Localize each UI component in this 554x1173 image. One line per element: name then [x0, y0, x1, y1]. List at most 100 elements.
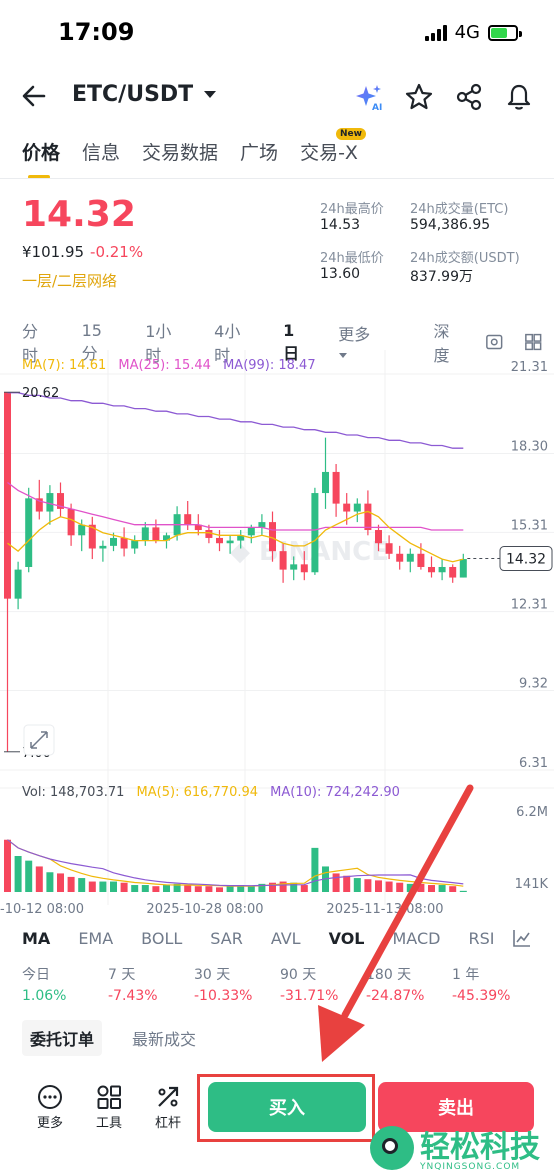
tab-label: 交易数据 — [142, 142, 219, 164]
more-dots-icon — [38, 1085, 62, 1109]
ma25-legend: MA(25): 15.44 — [118, 358, 211, 373]
indicator-macd[interactable]: MACD — [393, 929, 441, 948]
indicator-ma[interactable]: MA — [22, 929, 50, 948]
vol-ma5-line — [7, 839, 464, 887]
volume-bar — [141, 885, 149, 892]
volume-bar — [247, 886, 255, 892]
indicator-ema[interactable]: EMA — [78, 929, 113, 948]
kline-chart[interactable]: MA(7): 14.61 MA(25): 15.44 MA(99): 18.47… — [0, 350, 554, 924]
period-value: -10.33% — [194, 988, 253, 1004]
candle-body — [67, 508, 75, 536]
star-icon[interactable] — [404, 82, 434, 112]
ma25-line — [7, 481, 464, 531]
candle-body — [406, 553, 414, 562]
candle-body — [46, 493, 54, 512]
candle-body — [364, 503, 372, 531]
back-arrow-icon[interactable] — [20, 82, 48, 110]
tab-open-orders[interactable]: 委托订单 — [22, 1020, 103, 1056]
volume-bar — [99, 881, 107, 892]
vol-ma10-line — [7, 839, 464, 887]
period-label: 今日 — [22, 967, 50, 983]
main-tabs: 价格 信息 交易数据 广场 交易-X New — [22, 128, 366, 179]
interval-more-label: 更多 — [338, 324, 371, 344]
chart-settings-icon[interactable] — [485, 332, 503, 352]
volume-bar — [57, 873, 64, 892]
candle-body — [449, 566, 457, 578]
candle-body — [279, 551, 287, 570]
period-today: 今日 1.06% — [22, 964, 108, 1004]
volume-bar — [428, 885, 435, 892]
volume-bar — [375, 880, 382, 892]
indicator-boll[interactable]: BOLL — [141, 929, 182, 948]
share-icon[interactable] — [454, 82, 484, 112]
candle-body — [14, 569, 22, 599]
volume-bar — [459, 890, 467, 892]
pair-selector[interactable]: ETC/USDT — [72, 82, 217, 107]
ai-sparkle-icon[interactable]: AI — [354, 82, 384, 112]
candle-body — [332, 471, 340, 504]
volume-bar — [4, 839, 11, 892]
stat-label: 24h最高价 — [320, 202, 384, 217]
candle-body — [131, 540, 139, 549]
vol-legend: Vol: 148,703.71 MA(5): 616,770.94 MA(10)… — [22, 785, 400, 800]
bottom-action-bar: 更多 工具 杠杆 买入 卖出 轻松科技 YNQINGSONG.COM — [0, 1070, 554, 1173]
x-tick-label: 2025-10-28 08:00 — [146, 902, 263, 917]
y-tick-label: 21.31 — [511, 360, 548, 375]
indicator-avl[interactable]: AVL — [271, 929, 301, 948]
indicator-rsi[interactable]: RSI — [468, 929, 494, 948]
volume-bar — [14, 856, 22, 892]
volume-bar — [35, 866, 43, 892]
annotation-highlight-box — [197, 1074, 375, 1142]
volume-bar — [364, 879, 372, 892]
volume-bar — [78, 878, 86, 892]
tab-trade-x[interactable]: 交易-X New — [300, 128, 366, 179]
candle-body — [184, 514, 192, 525]
volume-bar — [88, 881, 96, 892]
stat-value: 837.99万 — [410, 269, 473, 285]
volume-bar — [438, 885, 446, 892]
tab-recent-trades[interactable]: 最新成交 — [124, 1020, 204, 1056]
period-label: 7 天 — [108, 967, 136, 983]
candle-body — [385, 543, 393, 554]
tab-info[interactable]: 信息 — [82, 138, 120, 179]
candle-body — [311, 493, 319, 573]
sell-button[interactable]: 卖出 — [378, 1082, 534, 1132]
vol-legend-ma5: MA(5): 616,770.94 — [137, 785, 258, 800]
candle-body — [375, 530, 382, 544]
layout-grid-icon[interactable] — [524, 332, 542, 352]
tools-button[interactable]: 工具 — [89, 1082, 129, 1131]
candle-body — [438, 566, 446, 573]
volume-bar — [279, 881, 287, 892]
indicator-vol[interactable]: VOL — [329, 929, 365, 948]
vol-legend-ma10: MA(10): 724,242.90 — [270, 785, 400, 800]
tab-square[interactable]: 广场 — [240, 138, 278, 179]
binance-watermark: ◆ BINANCE — [230, 537, 389, 567]
stats-grid: 24h最高价 14.53 24h成交量(ETC) 594,386.95 24h最低价… — [320, 198, 550, 286]
period-value: -7.43% — [108, 988, 158, 1004]
volume-bar — [216, 887, 223, 892]
network-tag[interactable]: 一层/二层网络 — [22, 270, 117, 291]
more-button[interactable]: 更多 — [30, 1082, 70, 1131]
indicator-settings-icon[interactable] — [512, 928, 532, 948]
candle-body — [459, 559, 467, 578]
candle-body — [25, 498, 33, 567]
tab-price[interactable]: 价格 — [22, 138, 60, 179]
bell-icon[interactable] — [504, 82, 534, 112]
stat-value: 594,386.95 — [410, 217, 491, 233]
candle-body — [205, 530, 213, 538]
candle-body — [4, 392, 11, 599]
cny-value: ¥101.95 — [22, 243, 85, 261]
leverage-button[interactable]: 杠杆 — [148, 1082, 188, 1131]
volume-bar — [226, 886, 234, 892]
tab-trading-data[interactable]: 交易数据 — [142, 138, 218, 179]
volume-bar — [152, 886, 160, 892]
pair-title: ETC/USDT — [72, 82, 194, 107]
candle-body — [343, 503, 351, 512]
candle-body — [110, 537, 117, 546]
fullscreen-icon[interactable] — [23, 724, 55, 756]
volume-bar — [184, 885, 192, 892]
volume-bar — [343, 875, 351, 892]
watermark-logo-text: 轻松科技 — [420, 1130, 540, 1165]
y-tick-label: 12.31 — [511, 598, 548, 613]
indicator-sar[interactable]: SAR — [210, 929, 243, 948]
